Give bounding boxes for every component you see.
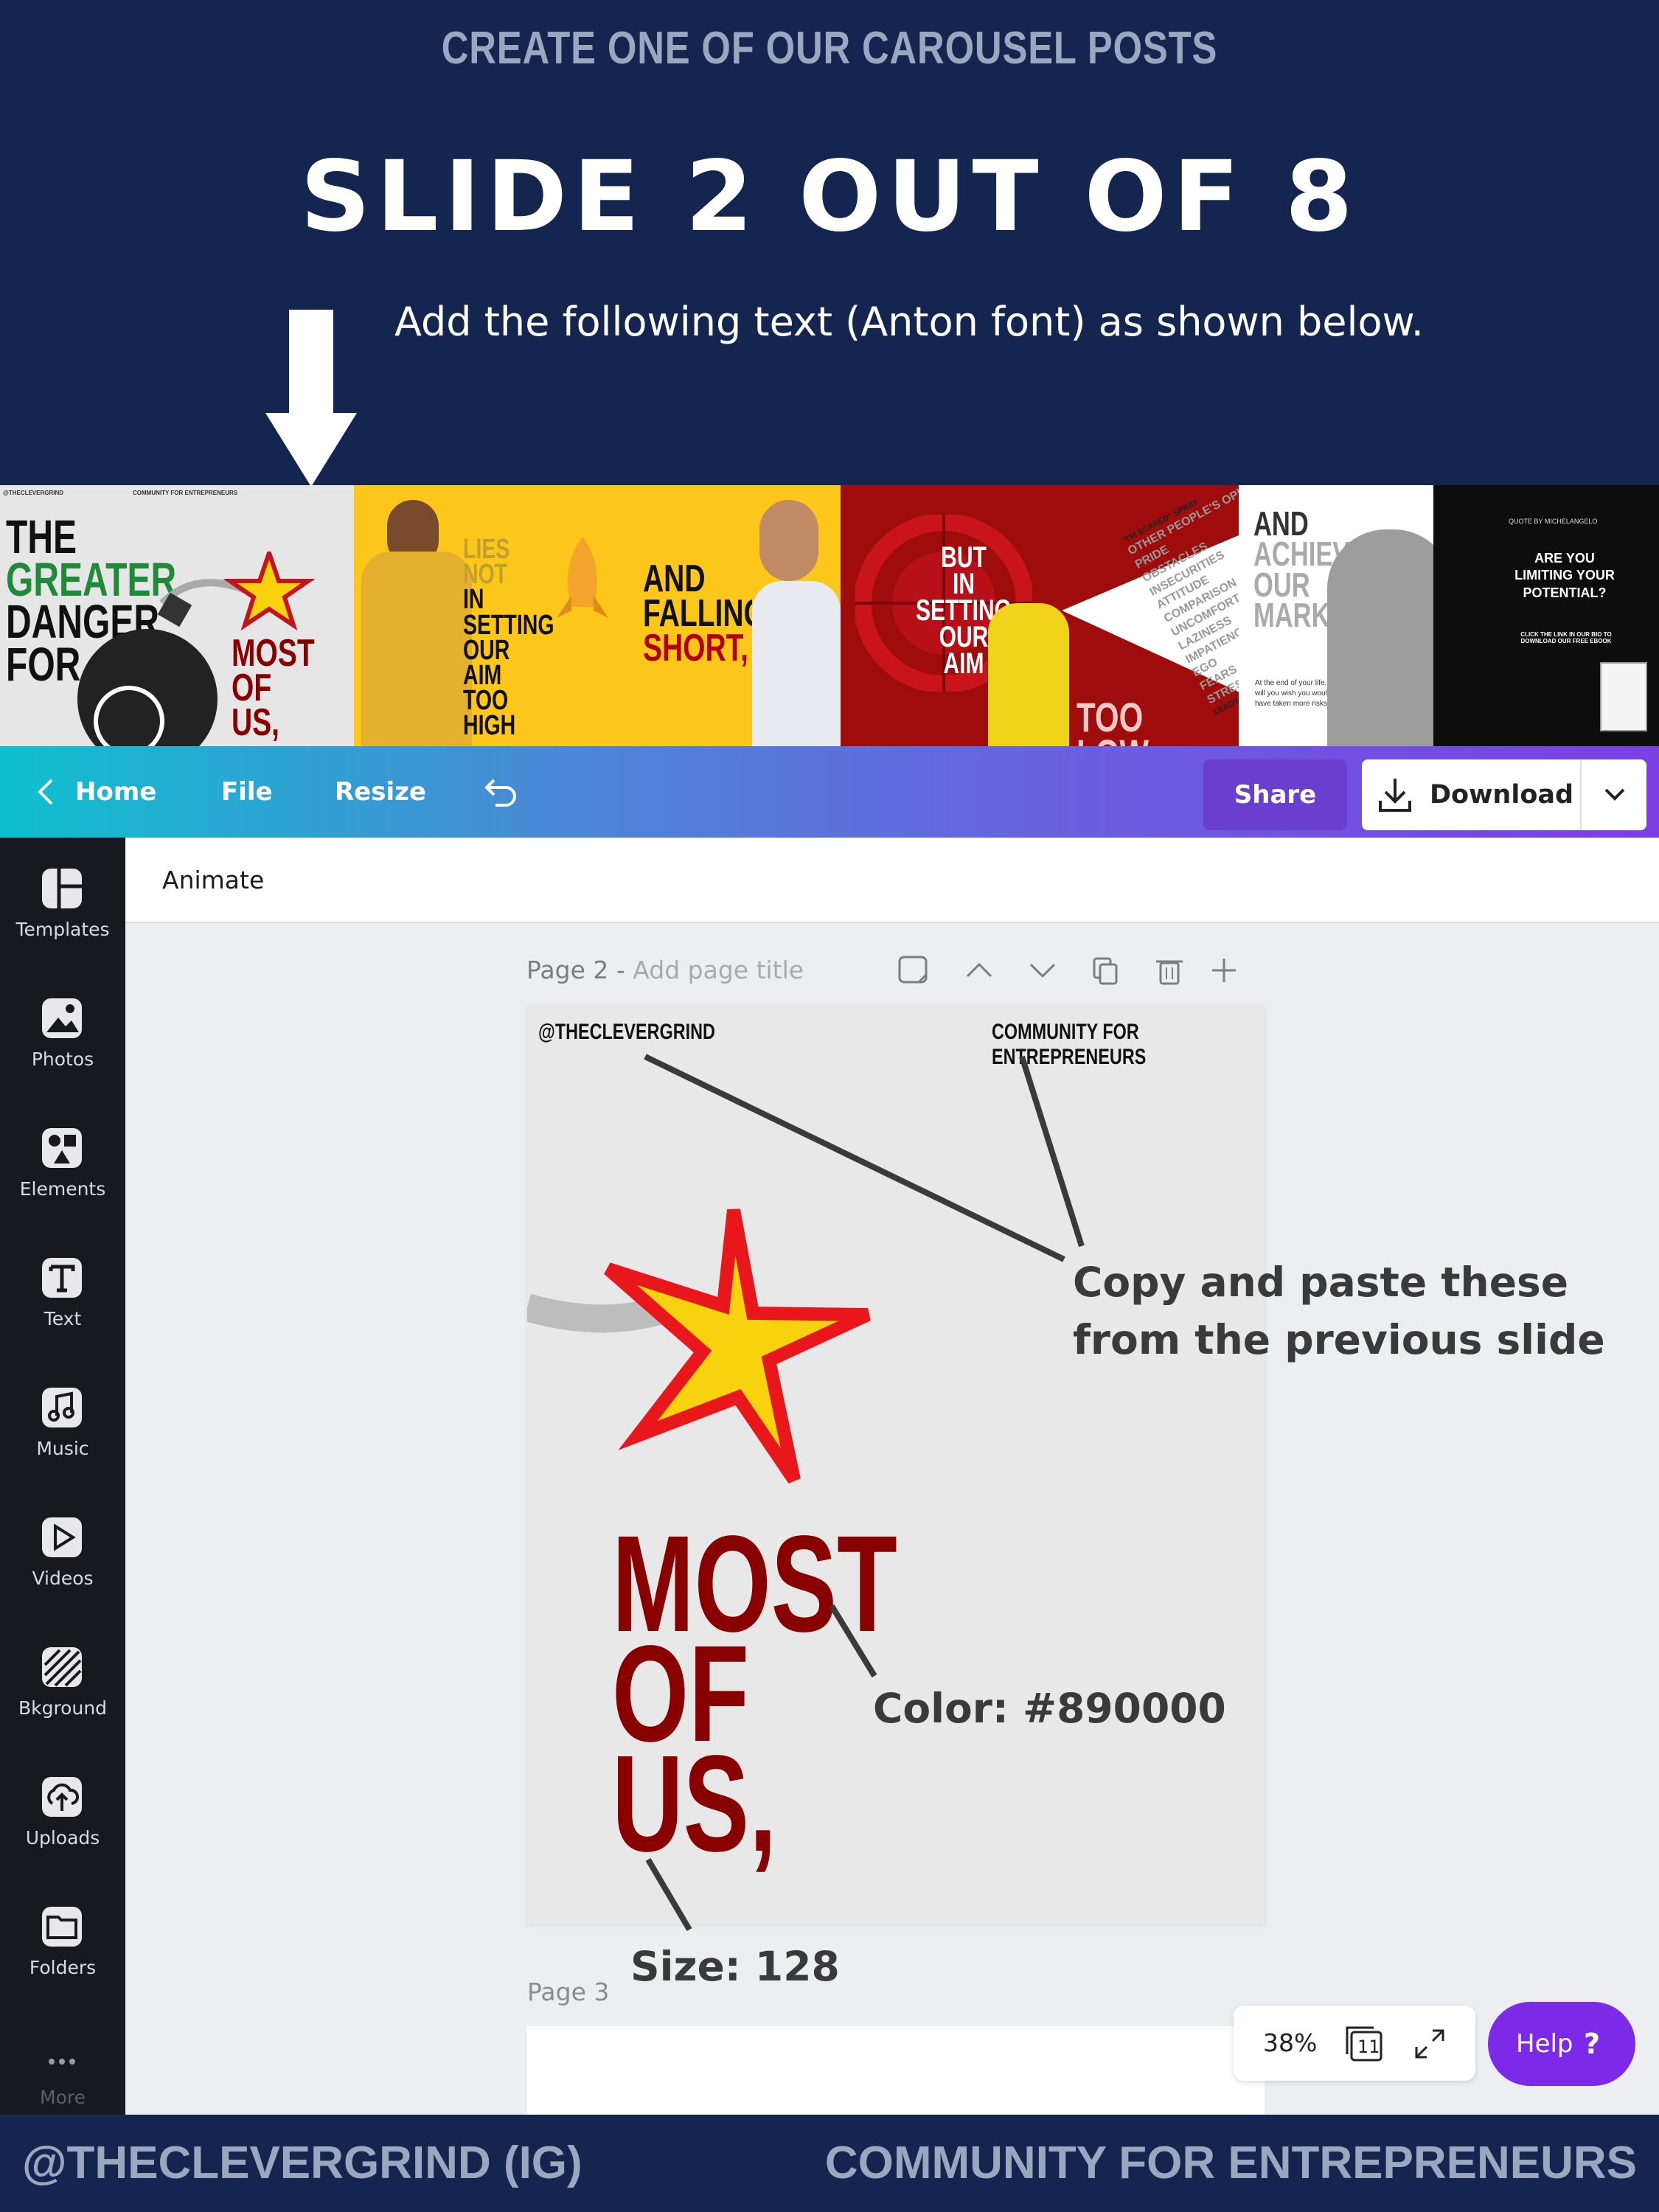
more-icon [49, 2059, 75, 2065]
star-graphic[interactable] [601, 1204, 881, 1484]
download-icon [1379, 779, 1411, 812]
sidebar-item-text[interactable]: Text [0, 1248, 125, 1366]
sidebar-item-videos[interactable]: Videos [0, 1507, 125, 1625]
resize-button[interactable]: Resize [335, 746, 426, 838]
footer-handle: @THECLEVERGRIND (IG) [22, 2138, 582, 2188]
question-icon: ? [1584, 2028, 1601, 2060]
animate-button[interactable]: Animate [162, 838, 264, 923]
footer-community: COMMUNITY FOR ENTREPRENEURS [824, 2138, 1637, 2188]
page-title-input[interactable]: Add page title [633, 956, 804, 984]
carousel-slide-3 [752, 485, 841, 746]
sidebar-item-uploads[interactable]: Uploads [0, 1767, 125, 1885]
slide6-small: At the end of your life, will you wish y… [1255, 679, 1332, 708]
page-2-label: Page 2 - [526, 956, 625, 984]
carousel-slide-1: @THECLEVERGRIND COMMUNITY FOR ENTREPRENE… [0, 485, 354, 746]
rocket-icon [557, 537, 608, 618]
download-button[interactable]: Download [1362, 759, 1646, 830]
move-page-up-icon[interactable] [966, 962, 992, 978]
canvas-community-text[interactable]: COMMUNITY FOR ENTREPRENEURS [992, 1020, 1205, 1070]
home-button[interactable]: Home [75, 746, 156, 838]
duplicate-page-icon[interactable] [1093, 957, 1118, 985]
undo-icon[interactable] [482, 777, 518, 807]
page-actions [898, 956, 1236, 985]
uploads-icon [42, 1777, 82, 1817]
size-annotation: Size: 128 [630, 1943, 840, 1990]
tiny-handle: @THECLEVERGRIND [3, 490, 64, 496]
instruction-text: Add the following text (Anton font) as s… [394, 299, 1424, 345]
sidebar-item-elements[interactable]: Elements [0, 1118, 125, 1236]
carousel-slide-7: QUOTE BY MICHELANGELO ARE YOU LIMITING Y… [1433, 485, 1659, 746]
slide2-text: LIES NOT IN SETTING OUR AIM TOO HIGH [463, 534, 554, 742]
fullscreen-icon[interactable] [1413, 2028, 1446, 2060]
background-icon [42, 1647, 82, 1687]
slide3-text: AND FALLING SHORT, [643, 557, 766, 669]
photos-icon [42, 998, 82, 1038]
page-title-row: Page 2 - Add page title [526, 956, 804, 984]
share-button[interactable]: Share [1203, 759, 1347, 830]
carousel-slide-6: AND ACHIEVING OUR MARK At the end of you… [1239, 485, 1433, 746]
music-icon [42, 1388, 82, 1427]
elements-icon [42, 1128, 82, 1168]
file-menu[interactable]: File [221, 746, 273, 838]
carousel-slide-4: BUT IN SETTING OUR AIM "I'M SCARED" SPRA… [841, 485, 1239, 746]
add-page-icon[interactable] [1212, 959, 1236, 982]
editor-topbar: Animate [125, 838, 1659, 923]
slide7-cta: CLICK THE LINK IN OUR BIO TO DOWNLOAD OU… [1520, 631, 1612, 644]
header-subtitle: CREATE ONE OF OUR CAROUSEL POSTS [441, 23, 1218, 74]
chevron-left-icon[interactable] [37, 779, 55, 805]
sidebar-item-background[interactable]: Bkground [0, 1637, 125, 1755]
copy-paste-annotation: Copy and paste these from the previous s… [1073, 1259, 1605, 1364]
delete-page-icon[interactable] [1156, 960, 1183, 985]
page-3-canvas[interactable] [527, 2026, 1265, 2115]
slide7-quote: QUOTE BY MICHELANGELO [1509, 518, 1598, 525]
hazmat-figure [988, 603, 1069, 746]
sidebar-item-photos[interactable]: Photos [0, 988, 125, 1106]
page-count: 11 [1357, 2037, 1380, 2057]
templates-icon [42, 869, 82, 908]
download-separator [1580, 759, 1582, 830]
slide-title: SLIDE 2 OUT OF 8 [300, 140, 1359, 254]
zoom-controls: 38% 11 [1234, 2006, 1475, 2081]
color-annotation: Color: #890000 [873, 1685, 1226, 1732]
old-man-photo [1327, 529, 1433, 746]
left-sidebar: Templates Photos Elements Text Music Vid… [0, 838, 125, 2115]
chevron-down-icon[interactable] [1604, 787, 1626, 802]
page-grid-button[interactable]: 11 [1344, 2023, 1384, 2063]
ebook-cover [1600, 662, 1647, 731]
carousel-preview: @THECLEVERGRIND COMMUNITY FOR ENTREPRENE… [0, 485, 1659, 746]
footer: @THECLEVERGRIND (IG) COMMUNITY FOR ENTRE… [0, 2115, 1659, 2212]
sidebar-item-music[interactable]: Music [0, 1377, 125, 1495]
videos-icon [42, 1517, 82, 1557]
slide5-bottom: TOO LOW, [1077, 694, 1155, 746]
down-arrow-icon [265, 310, 357, 487]
slide1-red-text: MOST OF US, [232, 632, 315, 744]
help-label: Help [1516, 2029, 1573, 2059]
zoom-level[interactable]: 38% [1263, 2006, 1317, 2081]
tiny-community: COMMUNITY FOR ENTREPRENEURS [133, 490, 238, 496]
most-of-us-text[interactable]: MOST OF US, [612, 1516, 897, 1872]
editor-toolbar: Home File Resize Share Download [0, 746, 1659, 838]
help-button[interactable]: Help ? [1488, 2002, 1635, 2086]
sidebar-item-folders[interactable]: Folders [0, 1896, 125, 2014]
page-3-label: Page 3 [527, 1978, 610, 2006]
text-icon [42, 1258, 82, 1298]
canvas-handle-text[interactable]: @THECLEVERGRIND [538, 1020, 715, 1045]
folders-icon [42, 1907, 82, 1947]
person-yellow-hoodie [361, 485, 479, 746]
carousel-slide-2: LIES NOT IN SETTING OUR AIM TOO HIGH AND… [354, 485, 774, 746]
page-notes-icon[interactable] [898, 956, 928, 984]
download-label: Download [1430, 780, 1574, 810]
move-page-down-icon[interactable] [1029, 963, 1056, 978]
sidebar-item-templates[interactable]: Templates [0, 858, 125, 976]
slide7-question: ARE YOU LIMITING YOUR POTENTIAL? [1514, 551, 1615, 600]
